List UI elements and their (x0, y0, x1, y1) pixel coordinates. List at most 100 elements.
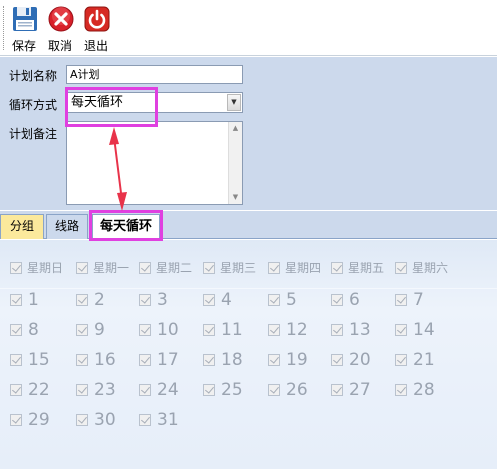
checkbox-check-icon (10, 384, 22, 396)
remark-scrollbar[interactable]: ▲ ▼ (228, 122, 242, 204)
checkbox-check-icon (268, 294, 280, 306)
checkbox-check-icon (395, 262, 407, 274)
checkbox-check-icon (139, 324, 151, 336)
day-label: 13 (349, 320, 371, 340)
day-label: 9 (94, 320, 105, 340)
exit-label: 退出 (83, 39, 108, 53)
checkbox-check-icon (203, 324, 215, 336)
exit-button[interactable]: 退出 (79, 3, 113, 53)
plan-remark-textarea[interactable]: ▲ ▼ (66, 121, 243, 205)
checkbox-check-icon (203, 262, 215, 274)
day-label: 26 (286, 380, 308, 400)
day-label: 6 (349, 290, 360, 310)
checkbox-check-icon (139, 294, 151, 306)
checkbox-check-icon (203, 294, 215, 306)
checkbox-check-icon (203, 354, 215, 366)
checkbox-check-icon (268, 384, 280, 396)
day-label: 19 (286, 350, 308, 370)
weekday-label: 星期一 (93, 261, 130, 275)
day-label: 2 (94, 290, 105, 310)
cycle-mode-label: 循环方式 (9, 98, 58, 112)
weekday-label: 星期二 (156, 261, 193, 275)
day-label: 31 (157, 410, 179, 430)
weekday-label: 星期三 (220, 261, 257, 275)
checkbox-check-icon (139, 354, 151, 366)
day-label: 24 (157, 380, 179, 400)
checkbox-check-icon (10, 414, 22, 426)
tab-route[interactable]: 线路 (46, 214, 88, 239)
checkbox-check-icon (139, 414, 151, 426)
cancel-x-icon (48, 6, 74, 32)
weekday-label: 星期日 (27, 261, 64, 275)
checkbox-check-icon (268, 354, 280, 366)
day-label: 5 (286, 290, 297, 310)
checkbox-check-icon (268, 262, 280, 274)
cancel-label: 取消 (47, 39, 72, 53)
checkbox-check-icon (331, 384, 343, 396)
divider (0, 288, 497, 289)
checkbox-check-icon (139, 262, 151, 274)
day-label: 27 (349, 380, 371, 400)
checkbox-check-icon (395, 324, 407, 336)
checkbox-check-icon (395, 354, 407, 366)
checkbox-check-icon (10, 294, 22, 306)
day-label: 22 (28, 380, 50, 400)
day-label: 12 (286, 320, 308, 340)
tab-strip: 分组 线路 每天循环 (0, 211, 497, 239)
day-label: 16 (94, 350, 116, 370)
checkbox-check-icon (139, 384, 151, 396)
checkbox-check-icon (331, 262, 343, 274)
day-label: 11 (221, 320, 243, 340)
checkbox-check-icon (10, 354, 22, 366)
plan-name-input[interactable]: A计划 (66, 65, 243, 84)
checkbox-check-icon (76, 354, 88, 366)
weekday-label: 星期五 (348, 261, 385, 275)
day-label: 4 (221, 290, 232, 310)
save-button[interactable]: 保存 (7, 3, 41, 53)
checkbox-check-icon (395, 384, 407, 396)
tab-group[interactable]: 分组 (0, 214, 44, 239)
toolbar-grip (3, 6, 4, 50)
day-label: 3 (157, 290, 168, 310)
cancel-button[interactable]: 取消 (43, 3, 77, 53)
weekday-label: 星期六 (412, 261, 449, 275)
weekday-row: 星期日 星期一 星期二 星期三 星期四 星期五 星期六 (0, 258, 497, 278)
scroll-up-icon[interactable]: ▲ (229, 122, 242, 135)
day-label: 14 (413, 320, 435, 340)
day-label: 10 (157, 320, 179, 340)
checkbox-check-icon (10, 324, 22, 336)
checkbox-check-icon (76, 384, 88, 396)
power-icon (84, 6, 110, 32)
plan-name-label: 计划名称 (9, 69, 58, 83)
day-label: 21 (413, 350, 435, 370)
checkbox-check-icon (203, 384, 215, 396)
day-label: 28 (413, 380, 435, 400)
floppy-disk-icon (13, 7, 37, 31)
chevron-down-icon[interactable]: ▼ (227, 94, 241, 111)
day-label: 15 (28, 350, 50, 370)
scroll-down-icon[interactable]: ▼ (229, 191, 242, 204)
day-label: 30 (94, 410, 116, 430)
plan-remark-label: 计划备注 (9, 127, 58, 141)
day-label: 1 (28, 290, 39, 310)
checkbox-check-icon (331, 324, 343, 336)
day-label: 20 (349, 350, 371, 370)
day-label: 18 (221, 350, 243, 370)
checkbox-check-icon (395, 294, 407, 306)
checkbox-check-icon (76, 294, 88, 306)
checkbox-check-icon (76, 414, 88, 426)
double-arrow-annotation (109, 127, 127, 211)
weekday-label: 星期四 (285, 261, 322, 275)
day-label: 7 (413, 290, 424, 310)
day-label: 8 (28, 320, 39, 340)
day-label: 17 (157, 350, 179, 370)
checkbox-check-icon (331, 294, 343, 306)
day-label: 23 (94, 380, 116, 400)
checkbox-check-icon (76, 324, 88, 336)
daily-cycle-panel: 星期日 星期一 星期二 星期三 星期四 星期五 星期六 1 2 3 4 5 6 7 8 9 10 11 12 13 1… (0, 240, 497, 469)
day-label: 25 (221, 380, 243, 400)
checkbox-check-icon (76, 262, 88, 274)
plan-form: 计划名称 A计划 循环方式 每天循环 ▼ 计划备注 ▲ ▼ (0, 57, 497, 210)
day-label: 29 (28, 410, 50, 430)
highlight-cycle-select (65, 87, 158, 127)
